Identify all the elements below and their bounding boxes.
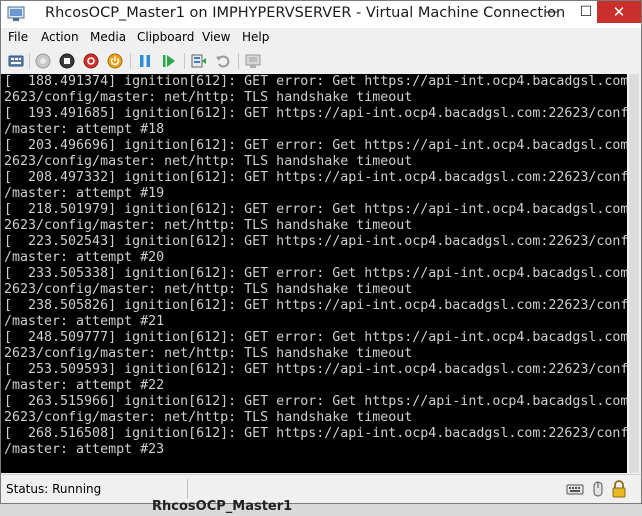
background-window: RhcosOCP_Master1 xyxy=(0,499,642,516)
toolbar xyxy=(1,48,641,75)
console-line: 2623/config/master: net/http: TLS handsh… xyxy=(4,282,413,297)
console-line: 2623/config/master: net/http: TLS handsh… xyxy=(4,154,413,169)
shutdown-icon[interactable] xyxy=(82,52,100,70)
minimize-button[interactable]: — xyxy=(535,1,569,23)
toolbar-separator xyxy=(238,53,239,69)
vm-connection-window: RhcosOCP_Master1 on IMPHYPERVSERVER - Vi… xyxy=(0,0,642,504)
vm-connection-app-icon xyxy=(7,6,25,21)
console-line: [ 188.491374] ignition[612]: GET error: … xyxy=(4,74,627,89)
menu-file[interactable]: File xyxy=(8,30,28,44)
start-icon[interactable] xyxy=(34,52,52,70)
status-text: Status: Running xyxy=(6,482,102,496)
keyboard-icon xyxy=(566,484,584,495)
checkpoint-icon[interactable] xyxy=(190,52,208,70)
window-title: RhcosOCP_Master1 on IMPHYPERVSERVER - Vi… xyxy=(45,5,566,21)
enhanced-session-icon[interactable] xyxy=(244,52,262,70)
toolbar-separator xyxy=(29,53,30,69)
vm-console-screen[interactable]: [ 188.491374] ignition[612]: GET error: … xyxy=(1,74,627,473)
mouse-icon xyxy=(593,481,603,497)
console-line: [ 208.497332] ignition[612]: GET https:/… xyxy=(4,170,627,185)
status-separator xyxy=(187,479,188,499)
console-line: /master: attempt #22 xyxy=(4,378,165,393)
console-line: 2623/config/master: net/http: TLS handsh… xyxy=(4,346,413,361)
scrollbar-thumb[interactable] xyxy=(629,74,639,473)
menu-bar: File Action Media Clipboard View Help xyxy=(1,28,641,48)
console-line: [ 233.505338] ignition[612]: GET error: … xyxy=(4,266,627,281)
console-line: [ 223.502543] ignition[612]: GET https:/… xyxy=(4,234,627,249)
menu-clipboard[interactable]: Clipboard xyxy=(137,30,194,44)
lock-icon xyxy=(612,480,626,498)
menu-view[interactable]: View xyxy=(202,30,230,44)
menu-help[interactable]: Help xyxy=(242,30,269,44)
ctrl-alt-del-icon[interactable] xyxy=(7,52,25,70)
status-bar: Status: Running xyxy=(1,474,641,503)
pause-icon[interactable] xyxy=(136,52,154,70)
console-line: [ 248.509777] ignition[612]: GET error: … xyxy=(4,330,627,345)
console-line: /master: attempt #19 xyxy=(4,186,165,201)
console-line: /master: attempt #20 xyxy=(4,250,165,265)
console-line: [ 268.516508] ignition[612]: GET https:/… xyxy=(4,426,627,441)
console-line: [ 203.496696] ignition[612]: GET error: … xyxy=(4,138,627,153)
console-line: [ 218.501979] ignition[612]: GET error: … xyxy=(4,202,627,217)
toolbar-separator xyxy=(130,53,131,69)
background-window-title: RhcosOCP_Master1 xyxy=(152,499,293,514)
console-line: [ 263.515966] ignition[612]: GET error: … xyxy=(4,394,627,409)
console-line: /master: attempt #23 xyxy=(4,442,165,457)
power-save-icon[interactable] xyxy=(106,52,124,70)
title-bar[interactable]: RhcosOCP_Master1 on IMPHYPERVSERVER - Vi… xyxy=(1,1,641,28)
console-line: [ 253.509593] ignition[612]: GET https:/… xyxy=(4,362,627,377)
console-line: [ 193.491685] ignition[612]: GET https:/… xyxy=(4,106,627,121)
toolbar-separator xyxy=(184,53,185,69)
menu-action[interactable]: Action xyxy=(41,30,79,44)
console-line: /master: attempt #18 xyxy=(4,122,165,137)
console-line: /master: attempt #21 xyxy=(4,314,165,329)
resume-icon[interactable] xyxy=(160,52,178,70)
console-line: 2623/config/master: net/http: TLS handsh… xyxy=(4,410,413,425)
revert-icon[interactable] xyxy=(214,52,232,70)
console-line: 2623/config/master: net/http: TLS handsh… xyxy=(4,90,413,105)
console-line: [ 238.505826] ignition[612]: GET https:/… xyxy=(4,298,627,313)
vertical-scrollbar[interactable] xyxy=(627,74,641,473)
close-button[interactable]: ✕ xyxy=(597,1,641,23)
turn-off-icon[interactable] xyxy=(58,52,76,70)
console-line: 2623/config/master: net/http: TLS handsh… xyxy=(4,218,413,233)
menu-media[interactable]: Media xyxy=(90,30,126,44)
